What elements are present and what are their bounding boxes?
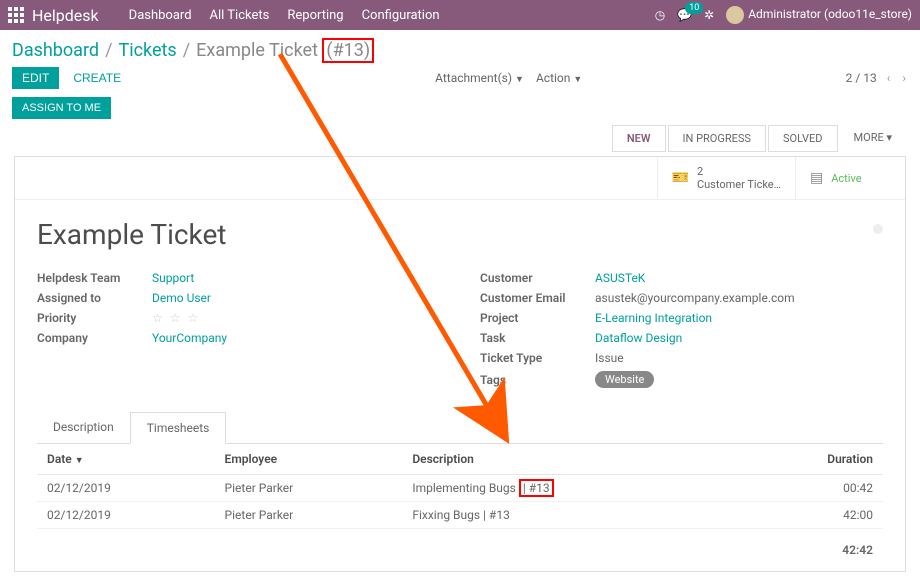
form-body: Example Ticket Helpdesk TeamSupport Assi… bbox=[15, 200, 905, 571]
value-email: asustek@yourcompany.example.com bbox=[595, 291, 795, 305]
label-customer: Customer bbox=[480, 271, 595, 285]
stage-more[interactable]: MORE ▾ bbox=[840, 125, 906, 152]
caret-down-icon: ▾ bbox=[886, 131, 892, 144]
cell-employee: Pieter Parker bbox=[215, 475, 403, 502]
create-button[interactable]: CREATE bbox=[63, 67, 131, 89]
status-bar: NEW IN PROGRESS SOLVED MORE ▾ bbox=[0, 125, 920, 156]
cell-description: Implementing Bugs | #13 bbox=[402, 475, 744, 502]
attachments-dropdown[interactable]: Attachment(s) ▼ bbox=[435, 71, 524, 85]
tag-website[interactable]: Website bbox=[595, 371, 654, 388]
cell-duration: 42:00 bbox=[744, 502, 883, 529]
archive-icon: ▤ bbox=[810, 170, 823, 186]
breadcrumb-tickets[interactable]: Tickets bbox=[119, 40, 177, 61]
pager-next[interactable]: › bbox=[900, 71, 908, 85]
assign-to-me-button[interactable]: ASSIGN TO ME bbox=[12, 97, 111, 119]
value-assigned[interactable]: Demo User bbox=[152, 291, 211, 305]
label-email: Customer Email bbox=[480, 291, 595, 305]
tab-timesheets[interactable]: Timesheets bbox=[130, 412, 227, 444]
avatar-icon bbox=[726, 6, 744, 24]
timesheets-total: 42:42 bbox=[744, 529, 883, 564]
apps-icon[interactable] bbox=[8, 7, 24, 23]
nav-dashboard[interactable]: Dashboard bbox=[129, 8, 192, 23]
app-name[interactable]: Helpdesk bbox=[32, 6, 99, 25]
stat-active[interactable]: ▤ Active bbox=[795, 157, 905, 199]
nav-configuration[interactable]: Configuration bbox=[362, 8, 440, 23]
stage-new[interactable]: NEW bbox=[612, 125, 666, 152]
sort-desc-icon: ▼ bbox=[75, 456, 84, 466]
breadcrumb-sep: / bbox=[105, 40, 112, 61]
value-type: Issue bbox=[595, 351, 624, 365]
table-row[interactable]: 02/12/2019Pieter ParkerFixxing Bugs | #1… bbox=[37, 502, 883, 529]
clock-icon[interactable]: ◷ bbox=[655, 8, 665, 22]
label-tags: Tags bbox=[480, 373, 595, 387]
breadcrumb-sep: / bbox=[183, 40, 190, 61]
ticket-id-highlight: (#13) bbox=[322, 38, 374, 63]
fields-right: CustomerASUSTeK Customer Emailasustek@yo… bbox=[480, 271, 883, 394]
form-wrap: 🎫 2Customer Ticke… ▤ Active Example Tick… bbox=[0, 156, 920, 586]
pager: 2 / 13 ‹ › bbox=[846, 71, 908, 85]
top-nav: Dashboard All Tickets Reporting Configur… bbox=[129, 8, 440, 23]
stage-in-progress[interactable]: IN PROGRESS bbox=[668, 125, 766, 152]
col-duration[interactable]: Duration bbox=[744, 444, 883, 475]
label-assigned: Assigned to bbox=[37, 291, 152, 305]
debug-icon[interactable]: ✲ bbox=[704, 8, 714, 22]
record-title: Example Ticket bbox=[37, 218, 883, 251]
cell-duration: 00:42 bbox=[744, 475, 883, 502]
control-bar: EDIT CREATE Attachment(s) ▼ Action ▼ 2 /… bbox=[0, 61, 920, 97]
cell-employee: Pieter Parker bbox=[215, 502, 403, 529]
nav-reporting[interactable]: Reporting bbox=[287, 8, 343, 23]
label-type: Ticket Type bbox=[480, 351, 595, 365]
col-employee[interactable]: Employee bbox=[215, 444, 403, 475]
top-right: ◷ 💬10 ✲ Administrator (odoo11e_store) bbox=[655, 6, 912, 24]
label-task: Task bbox=[480, 331, 595, 345]
pager-text: 2 / 13 bbox=[846, 71, 877, 85]
stage-solved[interactable]: SOLVED bbox=[768, 125, 838, 152]
label-priority: Priority bbox=[37, 311, 152, 325]
value-project[interactable]: E-Learning Integration bbox=[595, 311, 712, 325]
cell-description: Fixxing Bugs | #13 bbox=[402, 502, 744, 529]
messaging-icon[interactable]: 💬10 bbox=[677, 8, 692, 22]
ticket-icon: 🎫 bbox=[672, 170, 689, 186]
caret-down-icon: ▼ bbox=[573, 75, 582, 85]
action-dropdown[interactable]: Action ▼ bbox=[536, 71, 582, 85]
tab-description[interactable]: Description bbox=[37, 412, 130, 443]
field-columns: Helpdesk TeamSupport Assigned toDemo Use… bbox=[37, 271, 883, 394]
center-actions: Attachment(s) ▼ Action ▼ bbox=[435, 71, 582, 85]
stat-buttons: 🎫 2Customer Ticke… ▤ Active bbox=[15, 157, 905, 200]
stages: NEW IN PROGRESS SOLVED MORE ▾ bbox=[612, 125, 906, 152]
priority-stars[interactable]: ☆ ☆ ☆ bbox=[152, 311, 200, 325]
form: 🎫 2Customer Ticke… ▤ Active Example Tick… bbox=[14, 156, 906, 572]
stat-customer-tickets[interactable]: 🎫 2Customer Ticke… bbox=[657, 157, 795, 199]
form-tabs: Description Timesheets bbox=[37, 412, 883, 444]
breadcrumb: Dashboard / Tickets / Example Ticket (#1… bbox=[12, 40, 908, 61]
col-date[interactable]: Date ▼ bbox=[37, 444, 215, 475]
pager-prev[interactable]: ‹ bbox=[885, 71, 893, 85]
breadcrumb-bar: Dashboard / Tickets / Example Ticket (#1… bbox=[0, 30, 920, 61]
user-menu[interactable]: Administrator (odoo11e_store) bbox=[726, 6, 912, 24]
topbar: Helpdesk Dashboard All Tickets Reporting… bbox=[0, 0, 920, 30]
timesheets-table: Date ▼ Employee Description Duration 02/… bbox=[37, 444, 883, 563]
nav-all-tickets[interactable]: All Tickets bbox=[210, 8, 270, 23]
ticket-id-highlight: | #13 bbox=[519, 479, 554, 497]
breadcrumb-current: Example Ticket (#13) bbox=[196, 40, 374, 61]
fields-left: Helpdesk TeamSupport Assigned toDemo Use… bbox=[37, 271, 440, 394]
breadcrumb-dashboard[interactable]: Dashboard bbox=[12, 40, 99, 61]
value-task[interactable]: Dataflow Design bbox=[595, 331, 682, 345]
cell-date: 02/12/2019 bbox=[37, 502, 215, 529]
value-company[interactable]: YourCompany bbox=[152, 331, 227, 345]
table-row[interactable]: 02/12/2019Pieter ParkerImplementing Bugs… bbox=[37, 475, 883, 502]
cell-date: 02/12/2019 bbox=[37, 475, 215, 502]
label-team: Helpdesk Team bbox=[37, 271, 152, 285]
edit-button[interactable]: EDIT bbox=[12, 67, 59, 89]
col-description[interactable]: Description bbox=[402, 444, 744, 475]
value-team[interactable]: Support bbox=[152, 271, 194, 285]
notification-count: 10 bbox=[685, 2, 703, 14]
value-customer[interactable]: ASUSTeK bbox=[595, 271, 645, 285]
kanban-state-dot[interactable] bbox=[873, 224, 883, 234]
label-project: Project bbox=[480, 311, 595, 325]
label-company: Company bbox=[37, 331, 152, 345]
caret-down-icon: ▼ bbox=[515, 75, 524, 85]
